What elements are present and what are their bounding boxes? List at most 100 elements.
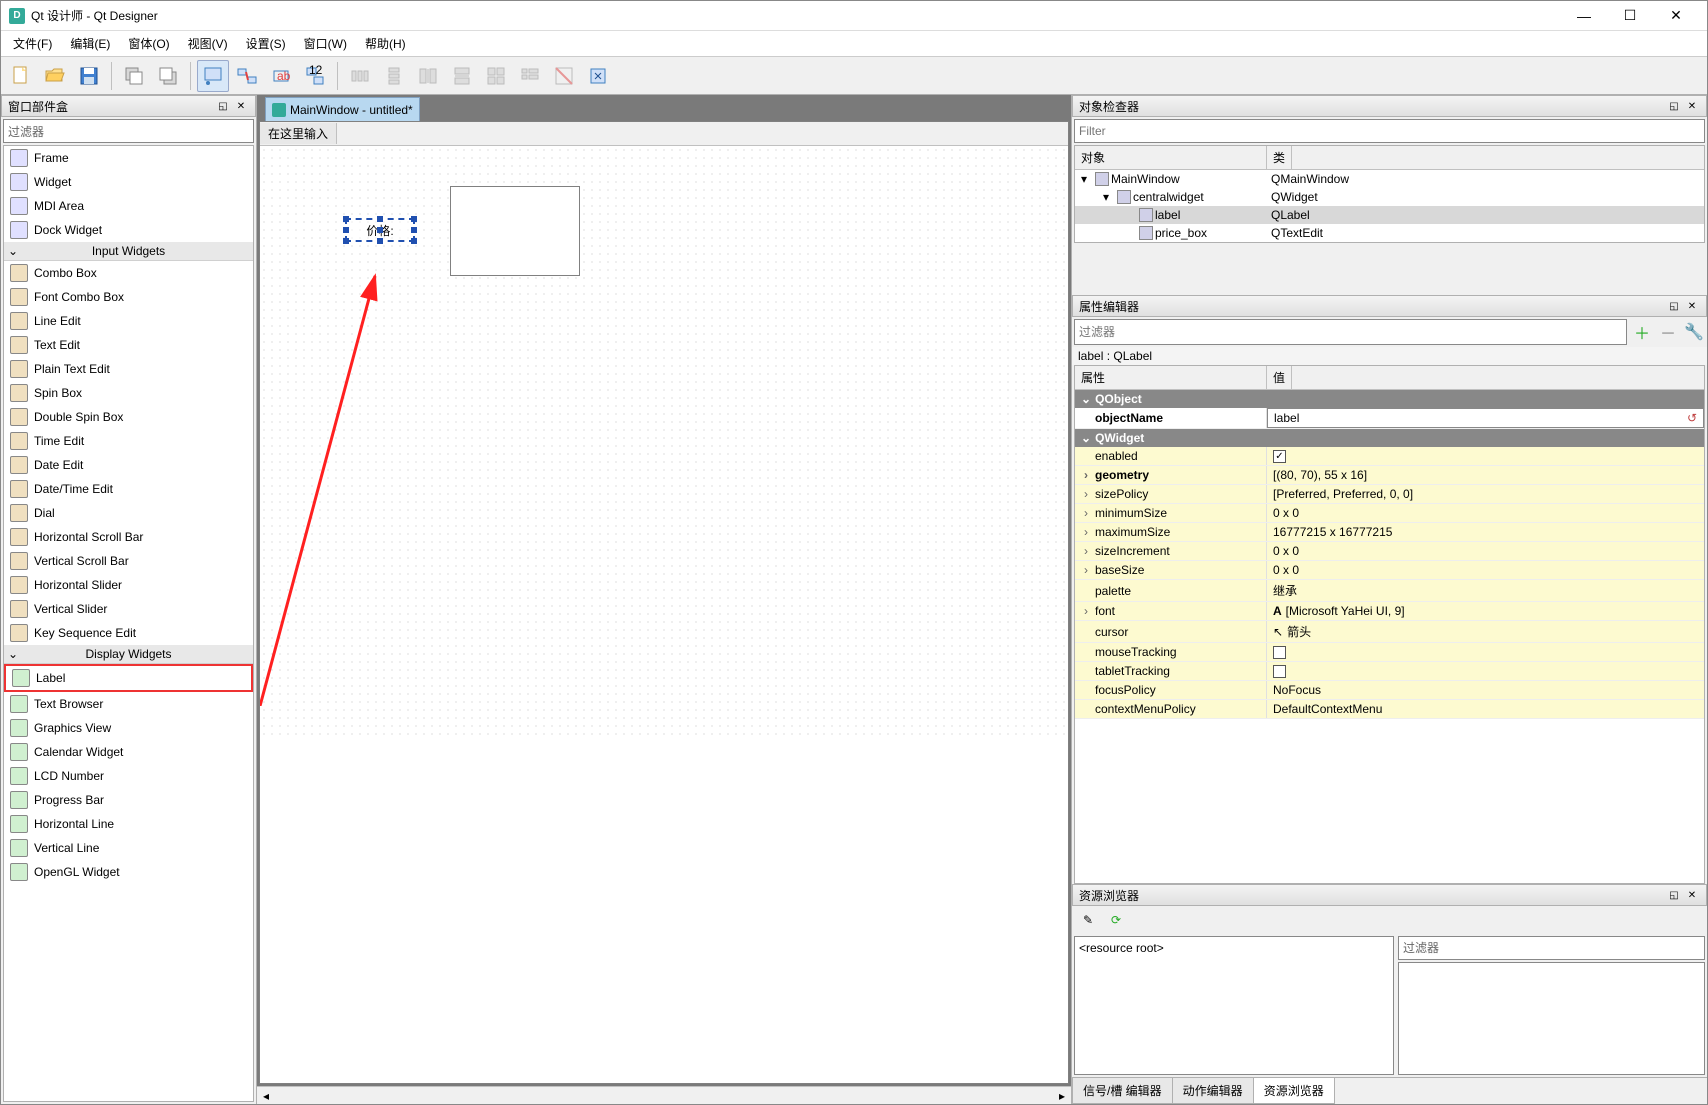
maximize-button[interactable]: ☐ [1607,1,1653,31]
dock-float-button[interactable]: ◱ [1666,887,1682,903]
widget-item[interactable]: Date Edit [4,453,253,477]
widget-item[interactable]: Time Edit [4,429,253,453]
object-row[interactable]: ▾MainWindowQMainWindow [1075,170,1704,188]
property-filter[interactable] [1074,319,1627,345]
reset-button[interactable]: ↺ [1687,411,1697,425]
send-back-button[interactable] [118,60,150,92]
menu-file[interactable]: 文件(F) [5,33,60,54]
property-row[interactable]: ›baseSize0 x 0 [1075,561,1704,580]
menu-form[interactable]: 窗体(O) [120,33,177,54]
tab-resources[interactable]: 资源浏览器 [1253,1078,1335,1104]
resource-tree[interactable]: <resource root> [1074,936,1394,1075]
form-area[interactable]: 在这里输入 价格: [259,121,1069,1084]
widget-item[interactable]: Horizontal Slider [4,573,253,597]
widget-item[interactable]: Date/Time Edit [4,477,253,501]
property-row[interactable]: tabletTracking [1075,662,1704,681]
object-row[interactable]: labelQLabel [1075,206,1704,224]
tab-actions[interactable]: 动作编辑器 [1172,1078,1254,1104]
dock-float-button[interactable]: ◱ [1666,298,1682,314]
dock-float-button[interactable]: ◱ [215,98,231,114]
textedit-widget[interactable] [450,186,580,276]
layout-form-button[interactable] [514,60,546,92]
widget-item[interactable]: Dial [4,501,253,525]
widget-item[interactable]: Font Combo Box [4,285,253,309]
widget-tree[interactable]: FrameWidgetMDI AreaDock Widget⌄Input Wid… [3,145,254,1102]
object-row[interactable]: ▾centralwidgetQWidget [1075,188,1704,206]
layout-v-button[interactable] [378,60,410,92]
widget-item[interactable]: Vertical Line [4,836,253,860]
widget-item[interactable]: Calendar Widget [4,740,253,764]
dock-close-button[interactable]: ✕ [233,98,249,114]
dock-close-button[interactable]: ✕ [1684,887,1700,903]
bring-front-button[interactable] [152,60,184,92]
property-row[interactable]: ›sizeIncrement0 x 0 [1075,542,1704,561]
edit-buddies-button[interactable]: ab [265,60,297,92]
widget-item[interactable]: Horizontal Scroll Bar [4,525,253,549]
property-row[interactable]: ›fontA[Microsoft YaHei UI, 9] [1075,602,1704,621]
minimize-button[interactable]: — [1561,1,1607,31]
property-row[interactable]: mouseTracking [1075,643,1704,662]
adjust-size-button[interactable] [582,60,614,92]
edit-widgets-button[interactable] [197,60,229,92]
break-layout-button[interactable] [548,60,580,92]
widget-item[interactable]: Key Sequence Edit [4,621,253,645]
layout-h-button[interactable] [344,60,376,92]
add-property-button[interactable]: ＋ [1631,321,1653,343]
widget-item[interactable]: Vertical Slider [4,597,253,621]
dock-float-button[interactable]: ◱ [1666,98,1682,114]
remove-property-button[interactable]: － [1657,321,1679,343]
property-row[interactable]: palette继承 [1075,580,1704,602]
layout-hsplit-button[interactable] [412,60,444,92]
widget-item[interactable]: Label [4,664,253,692]
edit-resource-button[interactable]: ✎ [1076,908,1100,932]
scroll-left-button[interactable]: ◂ [257,1087,275,1104]
object-row[interactable]: price_boxQTextEdit [1075,224,1704,242]
property-group[interactable]: ⌄QWidget [1075,429,1704,447]
widget-item[interactable]: Spin Box [4,381,253,405]
property-row[interactable]: ›maximumSize16777215 x 16777215 [1075,523,1704,542]
property-group[interactable]: ⌄QObject [1075,390,1704,408]
layout-vsplit-button[interactable] [446,60,478,92]
widget-item[interactable]: Progress Bar [4,788,253,812]
form-menubar[interactable]: 在这里输入 [260,122,1068,146]
property-row[interactable]: objectNamelabel↺ [1075,408,1704,429]
object-inspector-filter[interactable] [1074,119,1705,143]
widget-item[interactable]: Vertical Scroll Bar [4,549,253,573]
form-tab[interactable]: MainWindow - untitled* [265,97,420,121]
widget-item[interactable]: MDI Area [4,194,253,218]
col-class[interactable]: 类 [1267,146,1292,169]
layout-grid-button[interactable] [480,60,512,92]
reload-resource-button[interactable]: ⟳ [1104,908,1128,932]
edit-signals-button[interactable] [231,60,263,92]
dock-close-button[interactable]: ✕ [1684,298,1700,314]
close-button[interactable]: ✕ [1653,1,1699,31]
widget-item[interactable]: Widget [4,170,253,194]
property-row[interactable]: enabled✓ [1075,447,1704,466]
col-property[interactable]: 属性 [1075,366,1267,389]
menu-window[interactable]: 窗口(W) [296,33,355,54]
widget-item[interactable]: OpenGL Widget [4,860,253,884]
widget-item[interactable]: Line Edit [4,309,253,333]
property-row[interactable]: focusPolicyNoFocus [1075,681,1704,700]
property-row[interactable]: ›minimumSize0 x 0 [1075,504,1704,523]
property-row[interactable]: ›geometry[(80, 70), 55 x 16] [1075,466,1704,485]
widget-item[interactable]: Plain Text Edit [4,357,253,381]
save-button[interactable] [73,60,105,92]
widget-box-filter[interactable]: 过滤器 [3,119,254,143]
widget-item[interactable]: Graphics View [4,716,253,740]
menu-settings[interactable]: 设置(S) [238,33,294,54]
tab-signals[interactable]: 信号/槽 编辑器 [1072,1078,1173,1104]
widget-item[interactable]: Frame [4,146,253,170]
widget-item[interactable]: Horizontal Line [4,812,253,836]
widget-category[interactable]: ⌄Display Widgets [4,645,253,664]
menu-help[interactable]: 帮助(H) [357,33,414,54]
widget-item[interactable]: Text Browser [4,692,253,716]
property-row[interactable]: ›sizePolicy[Preferred, Preferred, 0, 0] [1075,485,1704,504]
edit-taborder-button[interactable]: 12 [299,60,331,92]
widget-item[interactable]: Combo Box [4,261,253,285]
property-row[interactable]: cursor↖箭头 [1075,621,1704,643]
widget-item[interactable]: LCD Number [4,764,253,788]
widget-item[interactable]: Double Spin Box [4,405,253,429]
col-object[interactable]: 对象 [1075,146,1267,169]
scroll-right-button[interactable]: ▸ [1053,1087,1071,1104]
